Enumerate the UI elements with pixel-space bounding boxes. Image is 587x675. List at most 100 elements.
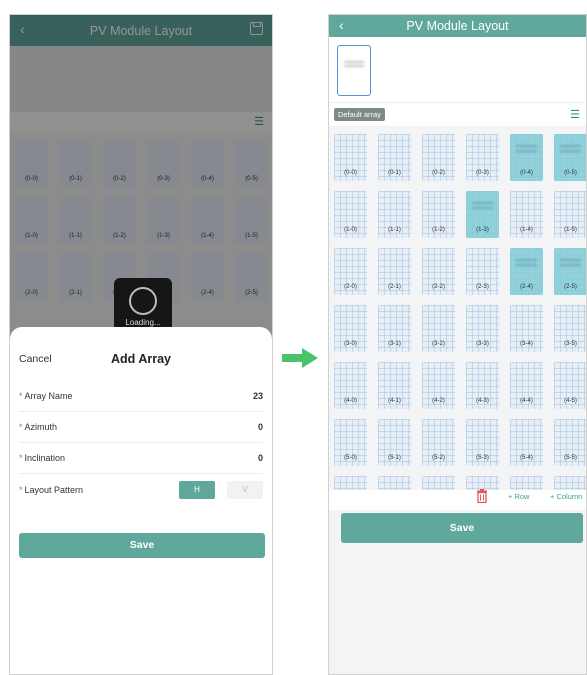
array-thumbnail[interactable] xyxy=(337,45,371,96)
module-cell[interactable]: (2-0) xyxy=(334,248,367,295)
azimuth-row[interactable]: * Azimuth 0 xyxy=(19,412,263,443)
module-cell[interactable]: (2-1) xyxy=(378,248,411,295)
inclination-row[interactable]: * Inclination 0 xyxy=(19,443,263,474)
module-cell[interactable]: (0-4) xyxy=(510,134,543,181)
module-cell[interactable]: (5-5) xyxy=(554,419,586,466)
module-cell-label: (1-3) xyxy=(476,227,489,233)
back-icon[interactable]: ‹ xyxy=(339,17,344,33)
left-screen: ‹ PV Module Layout ☰ (0-0) (0-1) (0-2) (0-3… xyxy=(9,14,273,675)
required-mark: * xyxy=(19,484,23,495)
module-cell-label: (4-3) xyxy=(476,398,489,404)
module-cell[interactable]: (1-4) xyxy=(510,191,543,238)
module-cell[interactable]: (1-3) xyxy=(466,191,499,238)
module-cell[interactable]: (0-0) xyxy=(334,134,367,181)
module-cell-label: (3-2) xyxy=(432,341,445,347)
module-cell[interactable] xyxy=(422,476,455,490)
module-cell[interactable]: (0-1) xyxy=(378,134,411,181)
module-cell-label: (2-3) xyxy=(476,284,489,290)
azimuth-value[interactable]: 0 xyxy=(258,422,263,432)
module-cell[interactable]: (4-0) xyxy=(334,362,367,409)
azimuth-label: * Azimuth xyxy=(19,422,57,432)
module-cell[interactable] xyxy=(510,476,543,490)
module-cell-label: (2-5) xyxy=(564,284,577,290)
add-column-button[interactable]: + Column xyxy=(550,492,582,501)
module-cell[interactable]: (5-0) xyxy=(334,419,367,466)
module-cell[interactable]: (4-2) xyxy=(422,362,455,409)
module-cell-label: (2-0) xyxy=(344,284,357,290)
module-cell-label: (1-2) xyxy=(432,227,445,233)
module-cell[interactable]: (5-3) xyxy=(466,419,499,466)
module-cell[interactable] xyxy=(378,476,411,490)
module-cell[interactable]: (0-5) xyxy=(554,134,586,181)
module-cell-label: (5-2) xyxy=(432,455,445,461)
module-cell[interactable]: (2-5) xyxy=(554,248,586,295)
module-cell[interactable]: (5-1) xyxy=(378,419,411,466)
module-cell-label: (5-5) xyxy=(564,455,577,461)
module-cell-label: (4-5) xyxy=(564,398,577,404)
module-cell-label: (4-0) xyxy=(344,398,357,404)
save-button[interactable]: Save xyxy=(19,533,265,558)
pattern-v-button[interactable]: V xyxy=(227,480,263,499)
module-serial-label xyxy=(516,256,537,266)
module-cell-label: (3-1) xyxy=(388,341,401,347)
module-cell[interactable]: (0-2) xyxy=(422,134,455,181)
module-cell-label: (5-4) xyxy=(520,455,533,461)
module-cell-label: (5-1) xyxy=(388,455,401,461)
module-cell-label: (4-4) xyxy=(520,398,533,404)
module-cell[interactable]: (1-0) xyxy=(334,191,367,238)
module-cell-label: (3-4) xyxy=(520,341,533,347)
module-cell-label: (3-5) xyxy=(564,341,577,347)
module-cell[interactable]: (5-2) xyxy=(422,419,455,466)
module-cell-label: (3-0) xyxy=(344,341,357,347)
default-array-tag[interactable]: Default array xyxy=(334,108,385,121)
required-mark: * xyxy=(19,391,23,401)
module-cell-label: (5-0) xyxy=(344,455,357,461)
module-cell[interactable]: (4-4) xyxy=(510,362,543,409)
page-title: PV Module Layout xyxy=(406,19,509,33)
module-cell[interactable]: (1-1) xyxy=(378,191,411,238)
module-cell-label: (0-1) xyxy=(388,170,401,176)
module-cell[interactable]: (2-3) xyxy=(466,248,499,295)
module-cell[interactable]: (1-2) xyxy=(422,191,455,238)
module-cell[interactable]: (3-1) xyxy=(378,305,411,352)
module-cell[interactable]: (4-1) xyxy=(378,362,411,409)
array-strip xyxy=(329,37,586,102)
module-cell-label: (5-3) xyxy=(476,455,489,461)
array-name-value[interactable]: 23 xyxy=(253,391,263,401)
add-row-button[interactable]: + Row xyxy=(508,492,529,501)
module-cell-label: (3-3) xyxy=(476,341,489,347)
delete-icon[interactable] xyxy=(476,489,488,504)
module-cell[interactable] xyxy=(334,476,367,490)
module-cell[interactable]: (5-4) xyxy=(510,419,543,466)
list-icon[interactable]: ☰ xyxy=(570,108,580,121)
module-cell[interactable]: (2-2) xyxy=(422,248,455,295)
module-cell-label: (0-5) xyxy=(564,170,577,176)
dialog-title: Add Array xyxy=(111,352,171,366)
module-cell[interactable]: (2-4) xyxy=(510,248,543,295)
right-screen: ‹ PV Module Layout Default array ☰ (0-0)… xyxy=(328,14,587,675)
module-cell[interactable]: (1-5) xyxy=(554,191,586,238)
module-cell[interactable]: (4-5) xyxy=(554,362,586,409)
array-name-row[interactable]: * Array Name 23 xyxy=(19,381,263,412)
module-cell[interactable]: (3-0) xyxy=(334,305,367,352)
inclination-label-text: Inclination xyxy=(24,453,66,463)
module-cell[interactable]: (3-2) xyxy=(422,305,455,352)
save-button[interactable]: Save xyxy=(341,513,583,543)
module-cell[interactable] xyxy=(466,476,499,490)
module-cell[interactable]: (3-5) xyxy=(554,305,586,352)
header-bar: ‹ PV Module Layout xyxy=(329,15,586,37)
module-cell[interactable]: (3-3) xyxy=(466,305,499,352)
module-cell[interactable] xyxy=(554,476,586,490)
module-cell-label: (2-2) xyxy=(432,284,445,290)
module-cell[interactable]: (0-3) xyxy=(466,134,499,181)
module-cell-label: (4-2) xyxy=(432,398,445,404)
module-cell-label: (0-3) xyxy=(476,170,489,176)
inclination-value[interactable]: 0 xyxy=(258,453,263,463)
module-cell[interactable]: (3-4) xyxy=(510,305,543,352)
pattern-h-button[interactable]: H xyxy=(179,480,215,499)
module-serial-label xyxy=(472,199,493,209)
module-serial-label xyxy=(560,142,581,152)
dialog-header: Cancel Add Array xyxy=(10,327,272,367)
array-name-label-text: Array Name xyxy=(24,391,73,401)
module-cell[interactable]: (4-3) xyxy=(466,362,499,409)
